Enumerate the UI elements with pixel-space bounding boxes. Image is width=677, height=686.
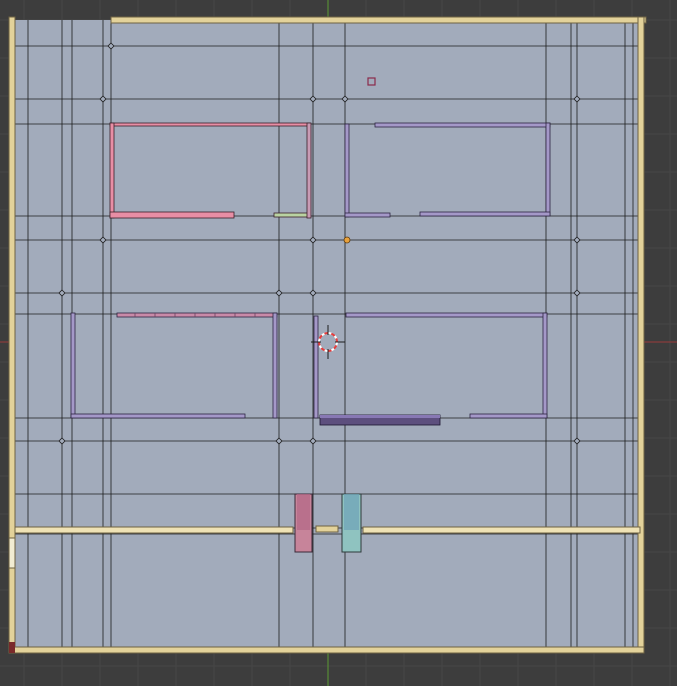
door-left[interactable] <box>294 493 313 553</box>
corridor-wall[interactable] <box>14 525 641 534</box>
lamp-marker[interactable] <box>367 77 376 86</box>
object-origin[interactable] <box>343 236 351 244</box>
floor-mesh-face[interactable] <box>13 20 642 651</box>
door-right[interactable] <box>341 493 362 553</box>
3d-viewport[interactable] <box>0 0 677 686</box>
viewport-canvas[interactable] <box>0 0 677 686</box>
